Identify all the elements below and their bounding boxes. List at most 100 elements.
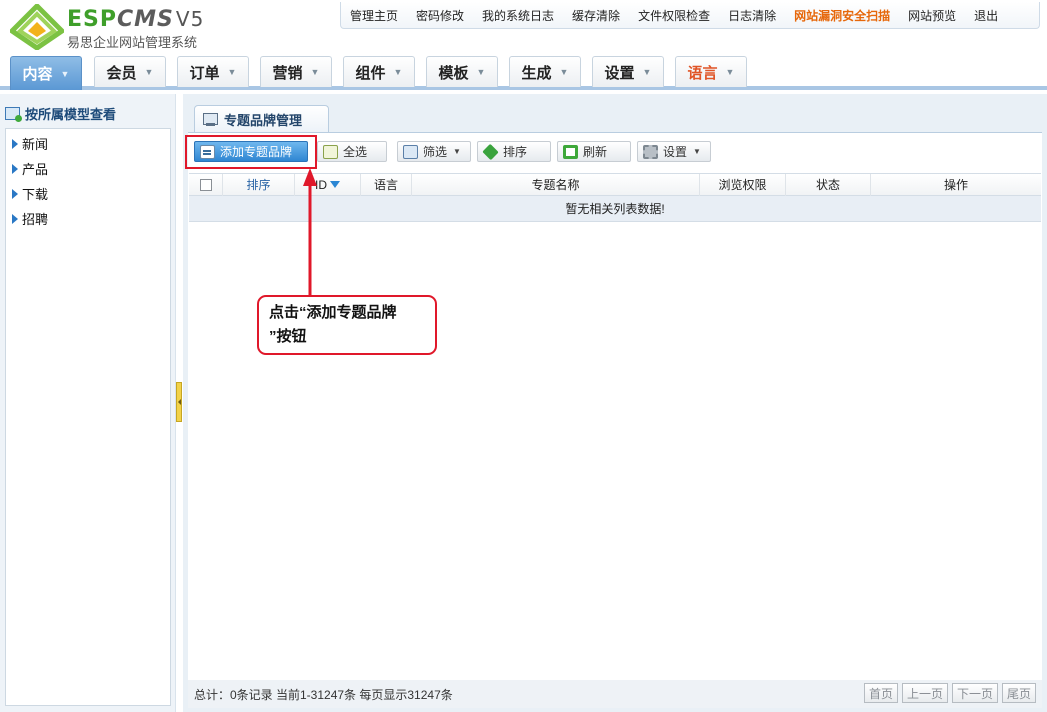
sidebar-item-label: 下载 [22, 187, 49, 202]
tab-components[interactable]: 组件 ▼ [343, 56, 415, 87]
tab-marketing[interactable]: 营销 ▼ [260, 56, 332, 87]
settings-dropdown-button[interactable]: 设置 ▼ [637, 141, 711, 162]
triangle-right-icon [12, 188, 18, 199]
refresh-label: 刷新 [583, 145, 608, 159]
column-header-id-label: ID [315, 178, 327, 192]
chevron-down-icon: ▼ [60, 68, 70, 79]
record-summary: 总计：0条记录 当前1-31247条 每页显示31247条 [194, 687, 453, 702]
topnav-security-scan-link[interactable]: 网站漏洞安全扫描 [794, 7, 890, 24]
refresh-button[interactable]: 刷新 [557, 141, 631, 162]
tab-content[interactable]: 内容 ▼ [10, 56, 82, 90]
last-page-button[interactable]: 尾页 [1001, 683, 1036, 703]
sidebar-item-jobs[interactable]: 招聘 [6, 206, 170, 231]
tab-orders[interactable]: 订单 ▼ [177, 56, 249, 87]
select-all-icon [323, 144, 338, 159]
chevron-down-icon: ▼ [227, 67, 237, 77]
topnav-preview-link[interactable]: 网站预览 [908, 7, 956, 24]
monitor-icon [203, 113, 218, 126]
model-view-icon [5, 107, 22, 122]
tab-label: 设置 [604, 64, 635, 82]
tab-label: 订单 [189, 64, 220, 82]
chevron-down-icon: ▼ [144, 67, 154, 77]
filter-dropdown-button[interactable]: 筛选 ▼ [397, 141, 471, 162]
add-document-icon [200, 144, 215, 159]
logo-espc-text: ESP [67, 7, 117, 32]
tab-generate[interactable]: 生成 ▼ [509, 56, 581, 87]
column-header-status: 状态 [786, 174, 871, 196]
sidebar-item-label: 新闻 [22, 137, 49, 152]
sidebar-item-products[interactable]: 产品 [6, 156, 170, 181]
empty-table-row: 暂无相关列表数据! [189, 196, 1041, 222]
logo-cms-text: CMS [117, 7, 174, 32]
chevron-down-icon: ▼ [310, 67, 320, 77]
sidebar-item-downloads[interactable]: 下载 [6, 181, 170, 206]
sidebar: 按所属模型查看 新闻 产品 下载 招聘 [0, 94, 176, 712]
select-all-checkbox[interactable] [199, 178, 212, 191]
triangle-right-icon [12, 163, 18, 174]
topnav-file-permission-link[interactable]: 文件权限检查 [638, 7, 710, 24]
annotation-text-line2: ”按钮 [269, 328, 307, 345]
tab-label: 营销 [272, 64, 303, 82]
add-button-label: 添加专题品牌 [220, 145, 293, 159]
sidebar-tree: 新闻 产品 下载 招聘 [5, 128, 171, 706]
triangle-right-icon [12, 138, 18, 149]
logo: ESPCMS V5 易思企业网站管理系统 [10, 4, 230, 50]
refresh-icon [563, 144, 578, 159]
tab-label: 模板 [438, 64, 469, 82]
chevron-down-icon: ▼ [725, 67, 735, 77]
topnav-logout-link[interactable]: 退出 [974, 7, 998, 24]
sidebar-collapse-handle[interactable] [176, 382, 182, 422]
main-tab-bar: 内容 ▼ 会员 ▼ 订单 ▼ 营销 ▼ 组件 ▼ 模板 ▼ 生成 ▼ 设置 ▼ 语言 ▼ [0, 53, 1047, 90]
annotation-callout: 点击“添加专题品牌 ”按钮 [257, 295, 437, 355]
sidebar-header: 按所属模型查看 [5, 104, 116, 123]
sidebar-item-news[interactable]: 新闻 [6, 131, 170, 156]
triangle-right-icon [12, 213, 18, 224]
topnav-clear-log-link[interactable]: 日志清除 [728, 7, 776, 24]
tab-settings[interactable]: 设置 ▼ [592, 56, 664, 87]
table-header: 排序 ID 语言 专题名称 浏览权限 状态 操作 [189, 173, 1041, 196]
sidebar-item-label: 招聘 [22, 212, 49, 227]
previous-page-button[interactable]: 上一页 [901, 683, 948, 703]
content-tab[interactable]: 专题品牌管理 [194, 105, 329, 132]
select-all-checkbox-cell [189, 174, 223, 196]
tab-members[interactable]: 会员 ▼ [94, 56, 166, 87]
logo-mark-icon [10, 4, 64, 50]
tab-label: 语言 [687, 64, 718, 82]
column-header-language: 语言 [361, 174, 412, 196]
empty-message: 暂无相关列表数据! [565, 202, 665, 216]
sort-icon [482, 143, 499, 160]
sort-button[interactable]: 排序 [477, 141, 551, 162]
tab-label: 组件 [355, 64, 386, 82]
sort-descending-icon [330, 181, 340, 189]
sort-label: 排序 [503, 145, 528, 159]
filter-icon [403, 144, 418, 159]
first-page-button[interactable]: 首页 [863, 683, 898, 703]
chevron-down-icon: ▼ [476, 67, 486, 77]
footer-bar: 总计：0条记录 当前1-31247条 每页显示31247条 首页 上一页 下一页… [188, 680, 1042, 708]
tab-language[interactable]: 语言 ▼ [675, 56, 747, 87]
topnav-my-log-link[interactable]: 我的系统日志 [482, 7, 554, 24]
chevron-down-icon: ▼ [693, 147, 701, 156]
logo-wordmark: ESPCMS V5 [67, 7, 204, 32]
settings-label: 设置 [663, 145, 688, 159]
topnav-change-password-link[interactable]: 密码修改 [416, 7, 464, 24]
select-all-label: 全选 [343, 145, 368, 159]
chevron-down-icon: ▼ [453, 147, 461, 156]
column-header-view-permission: 浏览权限 [700, 174, 786, 196]
column-header-id[interactable]: ID [295, 174, 361, 196]
column-header-order[interactable]: 排序 [223, 174, 295, 196]
add-topic-brand-button[interactable]: 添加专题品牌 [194, 141, 308, 162]
select-all-button[interactable]: 全选 [317, 141, 387, 162]
topnav-clear-cache-link[interactable]: 缓存清除 [572, 7, 620, 24]
content-tab-label: 专题品牌管理 [224, 112, 303, 128]
toolbar: 添加专题品牌 全选 筛选 ▼ 排序 刷新 设置 ▼ [188, 137, 1042, 165]
topnav-home-link[interactable]: 管理主页 [350, 7, 398, 24]
tab-templates[interactable]: 模板 ▼ [426, 56, 498, 87]
logo-version-text: V5 [175, 7, 205, 31]
column-header-topic-name: 专题名称 [412, 174, 700, 196]
sidebar-title: 按所属模型查看 [25, 107, 117, 122]
content-panel: 添加专题品牌 全选 筛选 ▼ 排序 刷新 设置 ▼ 排序 ID 语言 专题名称 [188, 132, 1042, 680]
sidebar-item-label: 产品 [22, 162, 49, 177]
next-page-button[interactable]: 下一页 [951, 683, 998, 703]
annotation-text-line1: 点击“添加专题品牌 [269, 304, 397, 321]
